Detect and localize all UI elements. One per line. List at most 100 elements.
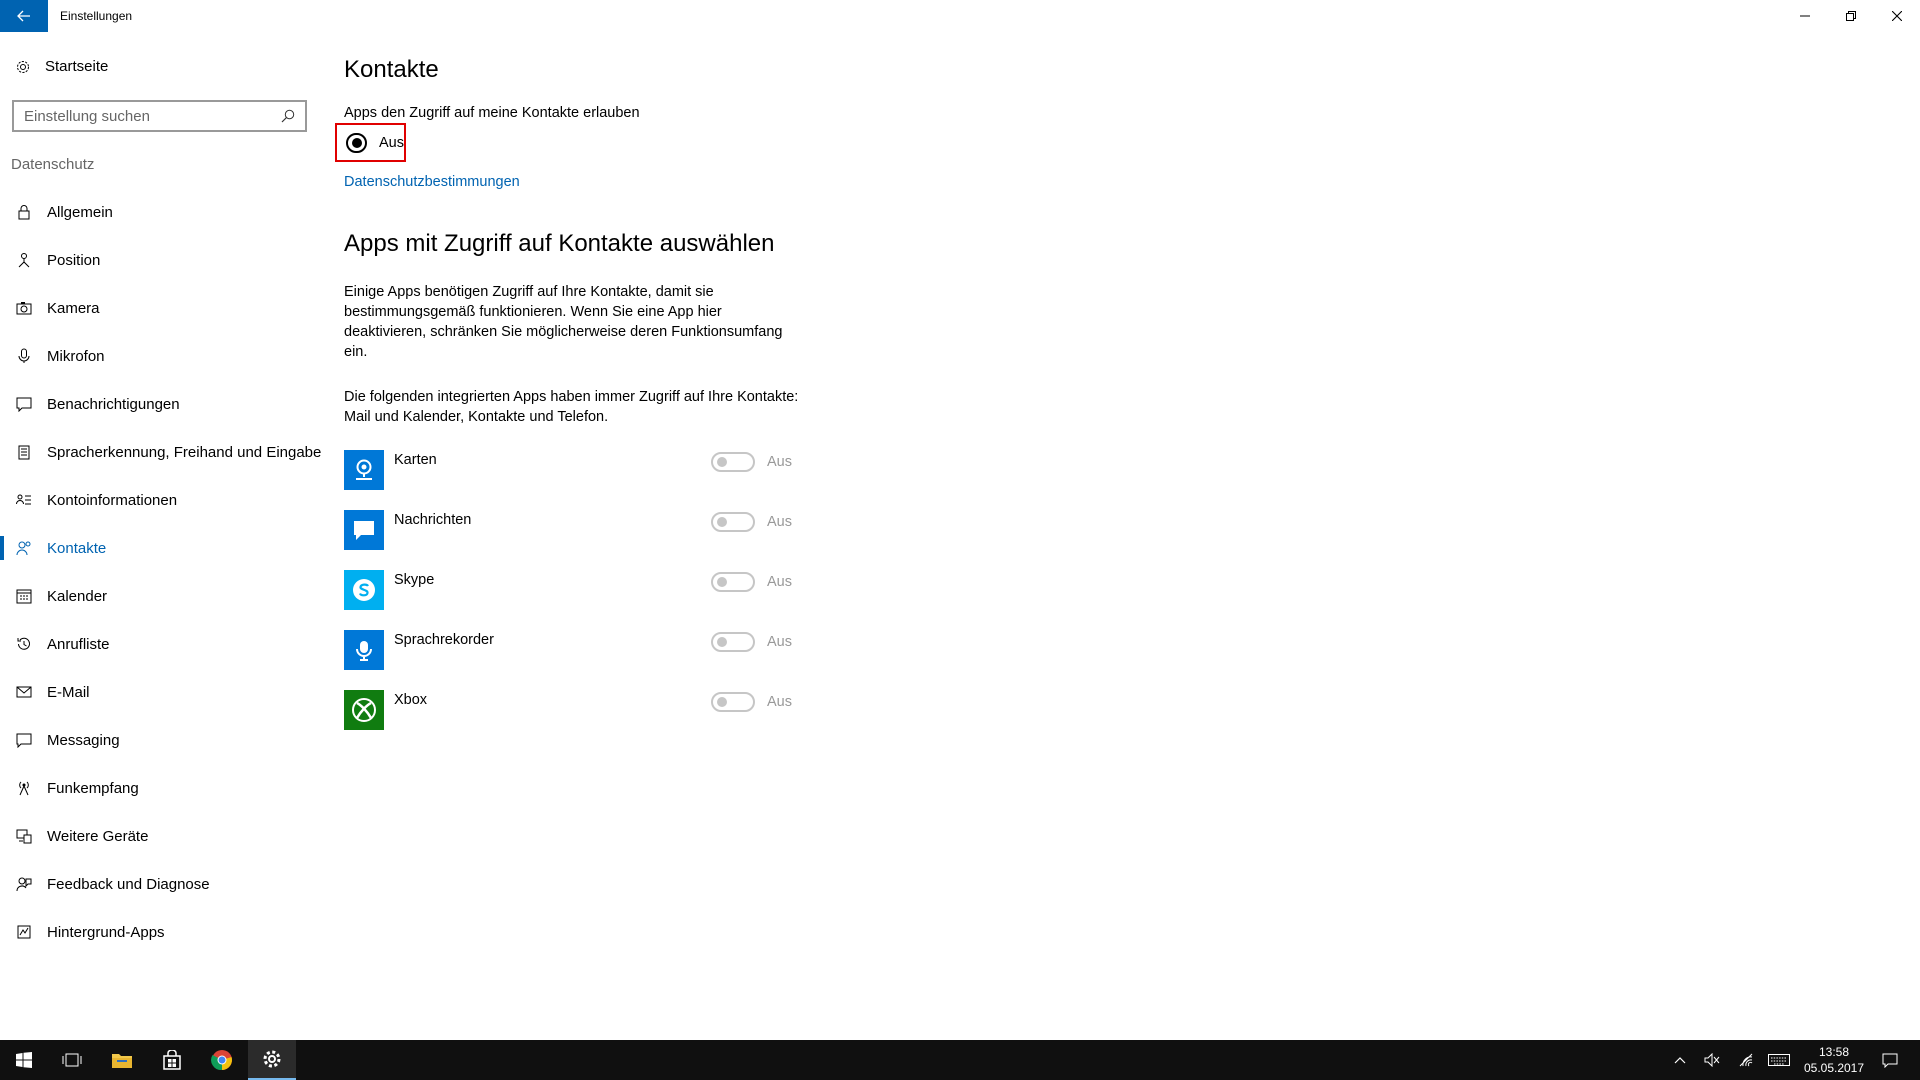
sidebar-item-label: Hintergrund-Apps — [47, 923, 165, 941]
sidebar-item-mikrofon[interactable]: Mikrofon — [0, 332, 330, 380]
app-toggle-state: Aus — [767, 634, 792, 650]
sidebar-item-spracherkennung[interactable]: Spracherkennung, Freihand und Eingabe — [0, 428, 330, 476]
sidebar-item-funkempfang[interactable]: Funkempfang — [0, 764, 330, 812]
start-button[interactable] — [0, 1040, 48, 1080]
app-toggle-state: Aus — [767, 574, 792, 590]
sidebar-item-label: Feedback und Diagnose — [47, 875, 210, 893]
home-label: Startseite — [45, 58, 109, 75]
description-paragraph: Einige Apps benötigen Zugriff auf Ihre K… — [344, 284, 783, 360]
camera-icon — [15, 299, 33, 317]
restore-button[interactable] — [1828, 0, 1874, 32]
mail-icon — [15, 683, 33, 701]
section-title: Apps mit Zugriff auf Kontakte auswählen — [344, 230, 775, 257]
sidebar-item-kamera[interactable]: Kamera — [0, 284, 330, 332]
calendar-icon — [15, 587, 33, 605]
sidebar-item-label: Weitere Geräte — [47, 827, 149, 845]
sidebar-item-label: Mikrofon — [47, 347, 105, 365]
app-toggle-karten[interactable] — [711, 452, 755, 472]
background-apps-icon — [15, 923, 33, 941]
allow-access-toggle-highlight: Aus — [335, 123, 406, 162]
windows-logo-icon — [16, 1052, 32, 1068]
location-icon — [15, 251, 33, 269]
skype-icon — [344, 570, 384, 610]
allow-access-toggle[interactable] — [346, 132, 367, 153]
folder-icon — [112, 1054, 132, 1068]
settings-taskbar-button[interactable] — [248, 1040, 296, 1080]
app-toggle-xbox[interactable] — [711, 692, 755, 712]
chrome-button[interactable] — [198, 1040, 246, 1080]
window-title: Einstellungen — [60, 9, 133, 23]
builtin-apps-paragraph: Die folgenden integrierten Apps haben im… — [344, 389, 799, 425]
keyboard-icon — [1768, 1054, 1790, 1066]
sidebar-item-label: Benachrichtigungen — [47, 395, 180, 413]
sidebar-item-anrufliste[interactable]: Anrufliste — [0, 620, 330, 668]
sidebar-item-kontoinformationen[interactable]: Kontoinformationen — [0, 476, 330, 524]
app-name: Skype — [394, 572, 435, 588]
action-center-button[interactable] — [1874, 1040, 1906, 1080]
sidebar-item-kontakte[interactable]: Kontakte — [0, 524, 330, 572]
sidebar-item-label: Messaging — [47, 731, 120, 749]
keyboard-button[interactable] — [1764, 1040, 1794, 1080]
taskbar: 13:58 05.05.2017 — [0, 1040, 1920, 1080]
app-toggle-sprachrekorder[interactable] — [711, 632, 755, 652]
app-name: Sprachrekorder — [394, 632, 494, 648]
sidebar-item-messaging[interactable]: Messaging — [0, 716, 330, 764]
search-input[interactable] — [24, 107, 264, 125]
task-view-button[interactable] — [48, 1040, 96, 1080]
contacts-icon — [15, 539, 33, 557]
sidebar-item-benachrichtigungen[interactable]: Benachrichtigungen — [0, 380, 330, 428]
messaging-app-icon — [344, 510, 384, 550]
settings-search-box[interactable] — [12, 100, 307, 132]
store-button[interactable] — [148, 1040, 196, 1080]
sidebar-item-weitere-geraete[interactable]: Weitere Geräte — [0, 812, 330, 860]
voice-recorder-icon — [344, 630, 384, 670]
minimize-button[interactable] — [1782, 0, 1828, 32]
sidebar: Startseite Datenschutz Allgemein Positio… — [0, 32, 330, 1040]
app-name: Xbox — [394, 692, 428, 708]
app-toggle-nachrichten[interactable] — [711, 512, 755, 532]
sidebar-item-label: Anrufliste — [47, 635, 110, 653]
radio-icon — [15, 779, 33, 797]
taskbar-clock[interactable]: 13:58 05.05.2017 — [1798, 1044, 1870, 1076]
app-toggle-state: Aus — [767, 514, 792, 530]
app-toggle-skype[interactable] — [711, 572, 755, 592]
search-icon[interactable] — [281, 109, 295, 123]
back-button[interactable] — [0, 0, 48, 32]
privacy-statement-link[interactable]: Datenschutzbestimmungen — [344, 174, 520, 190]
restore-icon — [1846, 11, 1856, 21]
sidebar-item-position[interactable]: Position — [0, 236, 330, 284]
lock-icon — [15, 203, 33, 221]
title-bar: Einstellungen — [0, 0, 1920, 32]
home-nav-item[interactable]: Startseite — [15, 58, 108, 75]
app-name: Karten — [394, 452, 437, 468]
clock-date: 05.05.2017 — [1803, 1061, 1865, 1075]
task-view-icon — [62, 1053, 82, 1067]
sidebar-item-feedback[interactable]: Feedback und Diagnose — [0, 860, 330, 908]
show-hidden-icons-button[interactable] — [1668, 1040, 1692, 1080]
app-row-skype: Skype Aus — [344, 570, 804, 630]
volume-button[interactable] — [1700, 1040, 1724, 1080]
account-info-icon — [15, 491, 33, 509]
maps-icon — [344, 450, 384, 490]
chevron-up-icon — [1674, 1057, 1686, 1064]
sidebar-item-label: Allgemein — [47, 203, 113, 221]
sidebar-item-label: Kontoinformationen — [47, 491, 178, 509]
gear-icon — [17, 60, 29, 73]
message-icon — [15, 731, 33, 749]
settings-gear-icon — [263, 1050, 281, 1068]
privacy-nav-list: Allgemein Position Kamera Mikrofon Benac… — [0, 188, 330, 956]
app-toggle-state: Aus — [767, 454, 792, 470]
section-label-privacy: Datenschutz — [11, 156, 95, 173]
network-button[interactable] — [1734, 1040, 1758, 1080]
sidebar-item-hintergrund-apps[interactable]: Hintergrund-Apps — [0, 908, 330, 956]
close-button[interactable] — [1874, 0, 1920, 32]
sidebar-item-kalender[interactable]: Kalender — [0, 572, 330, 620]
sidebar-item-email[interactable]: E-Mail — [0, 668, 330, 716]
notification-icon — [15, 395, 33, 413]
file-explorer-button[interactable] — [98, 1040, 146, 1080]
clock-time: 13:58 — [1818, 1045, 1850, 1059]
microphone-icon — [15, 347, 33, 365]
app-list: Karten Aus Nachrichten Aus Skype Aus Spr… — [344, 450, 804, 750]
sidebar-item-allgemein[interactable]: Allgemein — [0, 188, 330, 236]
app-name: Nachrichten — [394, 512, 472, 528]
